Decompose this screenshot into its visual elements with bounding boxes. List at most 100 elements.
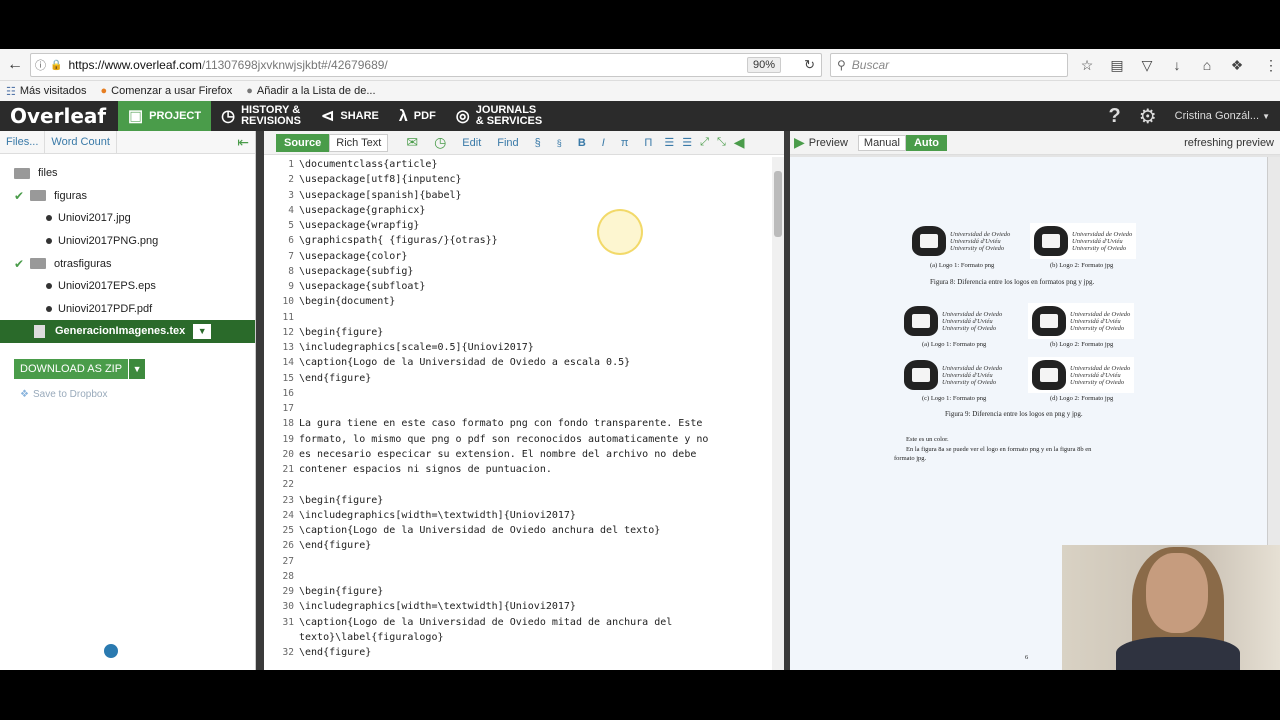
bookmark-most-visited[interactable]: ☷ Más visitados [6,85,87,98]
code-line[interactable]: \includegraphics[width=\textwidth]{Uniov… [299,601,576,612]
tree-folder-figuras[interactable]: ✔ figuras [0,185,255,208]
code-line[interactable]: \documentclass{article} [299,159,437,170]
code-line[interactable]: \begin{figure} [299,586,383,597]
code-line[interactable]: \includegraphics[scale=0.5]{Uniovi2017} [299,342,534,353]
word-count-button[interactable]: Word Count [45,130,117,154]
overleaf-logo[interactable]: Overleaf [0,101,118,131]
university-crest-icon [904,360,938,390]
search-input[interactable]: ⚲ Buscar [830,53,1068,77]
math-display-icon[interactable]: Π [636,131,660,155]
back-icon[interactable]: ← [2,52,28,78]
edit-menu[interactable]: Edit [454,131,489,155]
caret-down-icon[interactable]: ▼ [129,359,146,379]
code-line[interactable]: contener espacios ni signos de puntuacio… [299,464,552,475]
code-line[interactable]: \usepackage{subfloat} [299,281,425,292]
code-line[interactable]: \end{figure} [299,373,371,384]
panel-divider[interactable] [256,131,264,670]
code-line[interactable]: \begin{document} [299,296,395,307]
code-line[interactable]: \begin{figure} [299,495,383,506]
tree-folder-files[interactable]: files [0,162,255,185]
code-line[interactable]: \graphicspath{ {figuras/}{otras}} [299,235,498,246]
add-comment-icon[interactable]: ✉ [388,131,426,155]
numbered-list-icon[interactable]: ☰ [660,131,678,155]
auto-toggle[interactable]: Auto [905,134,948,151]
math-inline-icon[interactable]: π [613,131,637,155]
home-icon[interactable]: ⌂ [1196,55,1218,75]
code-line[interactable]: formato, lo mismo que png o pdf son reco… [299,434,708,445]
zoom-level[interactable]: 90% [746,57,781,73]
tree-file-uniovi-pdf[interactable]: Uniovi2017PDF.pdf [0,298,255,321]
tree-file-generacion-tex[interactable]: GeneracionImagenes.tex ▼ [0,320,255,343]
code-line[interactable]: \caption{Logo de la Universidad de Ovied… [299,617,672,628]
rich-text-tab[interactable]: Rich Text [329,133,389,152]
code-line[interactable]: \usepackage[spanish]{babel} [299,190,462,201]
italic-icon[interactable]: I [594,131,613,155]
bullet-list-icon[interactable]: ☰ [678,131,696,155]
settings-icon[interactable]: ⚙ [1139,104,1157,129]
address-bar[interactable]: ⓘ 🔒 https://www.overleaf.com/11307698jxv… [30,53,822,77]
editor-toolbar: Source Rich Text ✉ ◷ Edit Find § § B I π… [264,131,784,155]
help-icon[interactable]: ? [1108,105,1120,128]
find-menu[interactable]: Find [489,131,526,155]
user-menu[interactable]: Cristina Gonzál... ▼ [1175,110,1270,122]
journals-button[interactable]: ◎ JOURNALS & SERVICES [446,101,552,131]
logo-figure: Universidad de Oviedo Universidá d'Uviéu U… [904,357,1002,393]
bookmark-firefox[interactable]: ● Comenzar a usar Firefox [101,85,233,97]
tree-file-uniovi-jpg[interactable]: Uniovi2017.jpg [0,207,255,230]
save-to-dropbox[interactable]: ❖ Save to Dropbox [20,389,107,400]
code-line[interactable]: \usepackage[utf8]{inputenc} [299,174,462,185]
extension-icon[interactable]: ❖ [1226,55,1248,75]
download-icon[interactable]: ↓ [1166,55,1188,75]
collapse-icon[interactable]: ⤢ [696,131,713,155]
code-line[interactable]: es necesario especicar su extension. El … [299,449,696,460]
recompile-button[interactable]: ▶ Preview [790,134,848,151]
project-button[interactable]: ▣ PROJECT [118,101,212,131]
bookmark-label: Añadir a la Lista de de... [256,85,376,97]
subsection-icon[interactable]: § [549,131,570,155]
code-line[interactable]: \caption{Logo de la Universidad de Ovied… [299,525,660,536]
code-line[interactable]: \caption{Logo de la Universidad de Ovied… [299,357,630,368]
history-button[interactable]: ◷ HISTORY & REVISIONS [211,101,311,131]
reload-icon[interactable]: ↻ [804,57,815,73]
code-line[interactable]: \end{figure} [299,647,371,658]
bookmark-reading-list[interactable]: ● Añadir a la Lista de de... [246,85,375,97]
code-line[interactable]: \usepackage{graphicx} [299,205,425,216]
code-line[interactable]: \end{figure} [299,540,371,551]
toggle-preview-icon[interactable]: ◀ [730,131,749,155]
scroll-thumb[interactable] [774,171,782,237]
file-menu-caret-icon[interactable]: ▼ [193,323,212,339]
code-line[interactable]: \begin{figure} [299,327,383,338]
line-number: 22 [282,479,294,491]
code-line[interactable]: \usepackage{wrapfig} [299,220,419,231]
history-icon[interactable]: ◷ [426,131,454,155]
code-line[interactable]: La gura tiene en este caso formato png c… [299,418,702,429]
info-icon[interactable]: ⓘ [35,57,46,73]
star-icon[interactable]: ☆ [1076,55,1098,75]
section-icon[interactable]: § [527,131,549,155]
code-line[interactable]: \usepackage{subfig} [299,266,413,277]
files-menu[interactable]: Files... [0,130,46,154]
line-number: 9 [288,281,294,292]
collapse-panel-icon[interactable]: ⇤ [231,131,255,154]
pocket-icon[interactable]: ▽ [1136,55,1158,75]
expand-icon[interactable]: ⤡ [713,131,730,155]
reading-list-icon[interactable]: ▤ [1106,55,1128,75]
tree-file-uniovi-png[interactable]: Uniovi2017PNG.png [0,230,255,253]
line-number: 12 [282,326,294,338]
pdf-button[interactable]: λ PDF [389,101,446,131]
tree-file-uniovi-eps[interactable]: Uniovi2017EPS.eps [0,275,255,298]
code-area[interactable]: 1 \documentclass{article} 2 \usepackage[utf… [264,157,772,670]
menu-icon[interactable]: ⋮ [1260,55,1280,75]
code-line[interactable]: \usepackage{color} [299,251,407,262]
tree-folder-otrasfiguras[interactable]: ✔ otrasfiguras [0,252,255,275]
code-line[interactable]: texto}\label{figuralogo} [299,632,444,643]
share-button[interactable]: ⊲ SHARE [311,101,389,131]
folder-icon [30,258,46,270]
code-line[interactable]: \includegraphics[width=\textwidth]{Uniov… [299,510,576,521]
source-tab[interactable]: Source [276,133,330,152]
bold-icon[interactable]: B [570,131,594,155]
manual-toggle[interactable]: Manual [857,134,906,151]
editor-scrollbar[interactable] [772,157,784,670]
univ-line: Universidá d'Uviéu [950,237,1001,245]
download-zip-button[interactable]: DOWNLOAD AS ZIP ▼ [14,359,146,379]
